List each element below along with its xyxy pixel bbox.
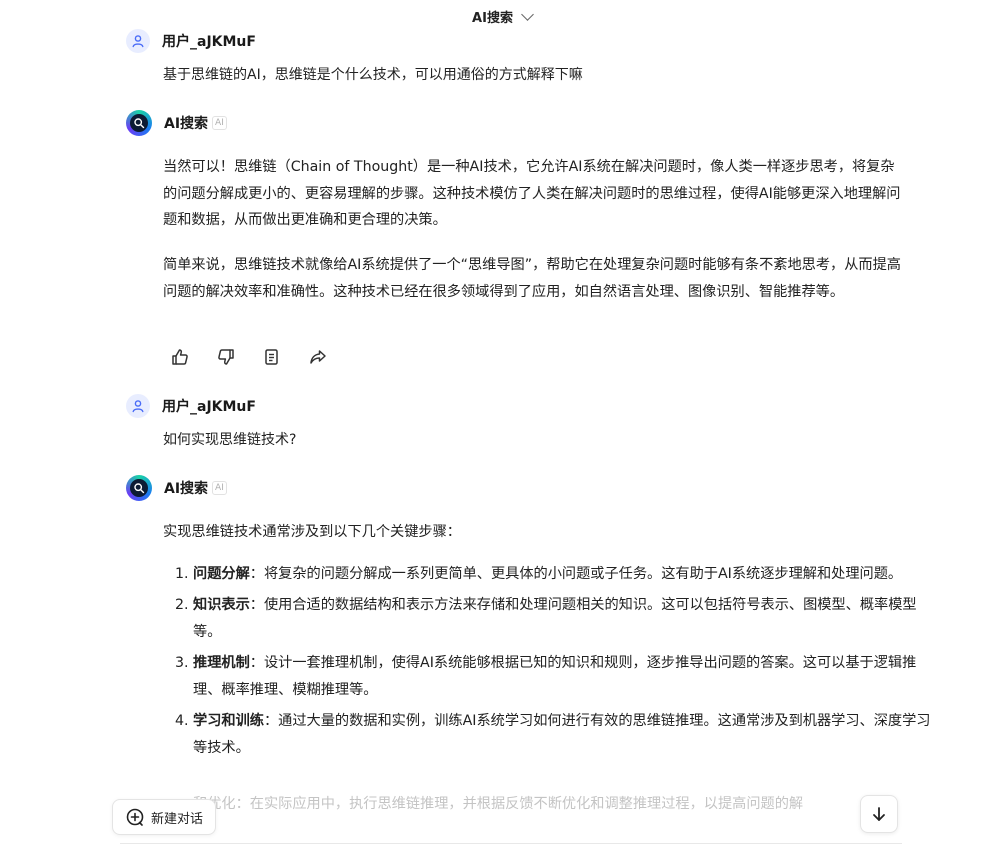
faded-step-text: 和优化：在实际应用中，执行思维链推理，并根据反馈不断优化和调整推理过程，以提高问… [193, 796, 804, 812]
step-text: 通过大量的数据和实例，训练AI系统学习如何进行有效的思维链推理。这通常涉及到机器… [193, 712, 931, 757]
ai-message-header: AI搜索 AI [126, 475, 227, 501]
user-message-header: 用户_aJKMuF [126, 393, 256, 419]
new-chat-button[interactable]: 新建对话 [112, 799, 217, 835]
like-button[interactable] [168, 345, 192, 369]
step-title: 知识表示 [193, 596, 250, 613]
ai-name: AI搜索 [164, 481, 209, 497]
ai-avatar-icon [126, 110, 152, 136]
dislike-button[interactable] [214, 345, 238, 369]
chat-page: AI搜索 用户_aJKMuF 基于思维链的AI，思维链是个什么技术，可以用通俗的… [0, 0, 1004, 844]
new-chat-label: 新建对话 [151, 811, 204, 827]
thumbs-up-icon [172, 349, 188, 365]
step-title: 学习和训练 [193, 712, 264, 729]
copy-button[interactable] [260, 345, 284, 369]
answer-actions [168, 345, 330, 369]
user-message-text: 基于思维链的AI，思维链是个什么技术，可以用通俗的方式解释下嘛 [163, 67, 583, 83]
user-message-header: 用户_aJKMuF [126, 28, 256, 54]
list-item: 知识表示：使用合适的数据结构和表示方法来存储和处理问题相关的知识。这可以包括符号… [193, 592, 933, 647]
user-name: 用户_aJKMuF [162, 399, 256, 415]
ai-message-header: AI搜索 AI [126, 110, 227, 136]
new-chat-icon [126, 808, 144, 826]
ai-badge: AI [212, 481, 227, 495]
steps-list: 问题分解：将复杂的问题分解成一系列更简单、更具体的小问题或子任务。这有助于AI系… [163, 561, 933, 766]
list-item: 推理机制：设计一套推理机制，使得AI系统能够根据已知的知识和规则，逐步推导出问题… [193, 650, 933, 705]
ai-avatar-icon [126, 475, 152, 501]
step-separator: ： [249, 654, 264, 671]
step-text: 将复杂的问题分解成一系列更简单、更具体的小问题或子任务。这有助于AI系统逐步理解… [263, 566, 903, 582]
arrow-down-icon [873, 807, 885, 821]
step-text: 设计一套推理机制，使得AI系统能够根据已知的知识和规则，逐步推导出问题的答案。这… [193, 654, 917, 699]
list-item: 问题分解：将复杂的问题分解成一系列更简单、更具体的小问题或子任务。这有助于AI系… [193, 561, 933, 589]
thumbs-down-icon [218, 349, 234, 365]
user-message-text: 如何实现思维链技术? [163, 432, 297, 448]
copy-icon [265, 349, 278, 365]
step-separator: ： [263, 712, 279, 729]
step-text: 使用合适的数据结构和表示方法来存储和处理问题相关的知识。这可以包括符号表示、图模… [193, 596, 917, 641]
step-separator: ： [249, 596, 264, 613]
ai-answer-intro: 实现思维链技术通常涉及到以下几个关键步骤： [163, 524, 461, 540]
step-separator: ： [249, 566, 264, 582]
model-selector[interactable]: AI搜索 [472, 7, 534, 26]
ai-badge: AI [212, 116, 227, 130]
model-title: AI搜索 [472, 10, 513, 26]
step-title: 问题分解 [193, 566, 250, 582]
list-item: 学习和训练：通过大量的数据和实例，训练AI系统学习如何进行有效的思维链推理。这通… [193, 708, 933, 763]
step-title: 推理机制 [193, 654, 250, 671]
user-avatar-icon [126, 394, 150, 418]
user-avatar-icon [126, 29, 150, 53]
ai-answer-paragraph: 简单来说，思维链技术就像给AI系统提供了一个“思维导图”，帮助它在处理复杂问题时… [163, 257, 901, 300]
share-icon [310, 350, 326, 364]
ai-name: AI搜索 [164, 116, 209, 132]
user-name: 用户_aJKMuF [162, 34, 256, 50]
chevron-down-icon [521, 7, 534, 21]
scroll-to-bottom-button[interactable] [860, 795, 898, 833]
share-button[interactable] [306, 345, 330, 369]
ai-answer-paragraph: 当然可以！思维链（Chain of Thought）是一种AI技术，它允许AI系… [163, 159, 901, 228]
